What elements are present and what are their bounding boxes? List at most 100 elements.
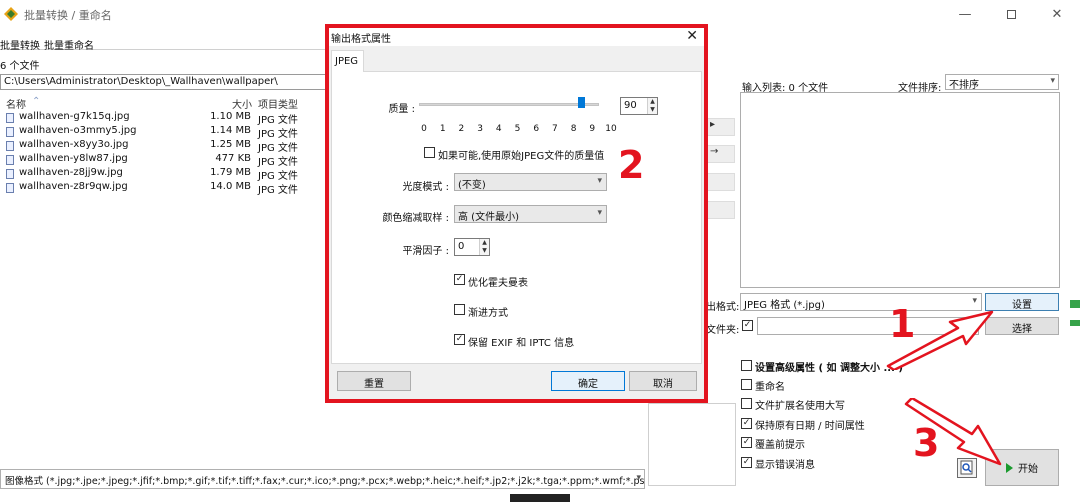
- jpg-file-icon: [6, 155, 14, 165]
- column-size-header[interactable]: 大小: [232, 96, 252, 111]
- rename-checkbox[interactable]: [741, 379, 752, 390]
- uppercase-extension-label: 文件扩展名使用大写: [755, 401, 845, 412]
- chevron-down-icon: ▾: [1050, 76, 1055, 86]
- keep-exif-checkbox[interactable]: ✓: [454, 334, 465, 345]
- luma-label: 光度模式 :: [402, 182, 449, 193]
- use-original-quality-checkbox[interactable]: [424, 147, 435, 158]
- tab-batch-rename[interactable]: 批量重命名: [44, 37, 94, 52]
- arrow-right-icon: ▸: [710, 119, 716, 130]
- quality-tick-label: 10: [605, 124, 617, 134]
- quality-tick-label: 2: [458, 124, 465, 134]
- start-button-label: 开始: [1018, 464, 1038, 475]
- smoothing-input[interactable]: 0 ▲ ▼: [454, 238, 490, 256]
- optimize-huffman-checkbox[interactable]: ✓: [454, 274, 465, 285]
- file-row[interactable]: wallhaven-g7k15q.jpg 1.10 MB JPG 文件: [6, 111, 326, 126]
- chevron-down-icon: ▾: [597, 176, 602, 186]
- file-name: wallhaven-z8jj9w.jpg: [19, 167, 123, 178]
- file-name: wallhaven-g7k15q.jpg: [19, 111, 130, 122]
- file-name: wallhaven-x8yy3o.jpg: [19, 139, 129, 150]
- show-errors-checkbox[interactable]: ✓: [741, 457, 752, 468]
- confirm-overwrite-checkbox[interactable]: ✓: [741, 437, 752, 448]
- chroma-label: 颜色缩减取样 :: [382, 213, 449, 224]
- file-row[interactable]: wallhaven-z8r9qw.jpg 14.0 MB JPG 文件: [6, 181, 326, 196]
- maximize-icon: [1006, 9, 1016, 19]
- file-type: JPG 文件: [258, 171, 298, 182]
- tab-batch-convert[interactable]: 批量转换: [0, 37, 40, 52]
- dialog-close-icon[interactable]: ✕: [686, 28, 698, 44]
- progressive-checkbox[interactable]: [454, 304, 465, 315]
- jpg-file-icon: [6, 127, 14, 137]
- minimize-icon: —: [958, 6, 972, 22]
- input-list[interactable]: [740, 92, 1060, 288]
- remove-button[interactable]: [707, 173, 735, 191]
- output-folder-label: 文件夹:: [706, 325, 740, 336]
- quality-input[interactable]: 90 ▲ ▼: [620, 97, 658, 115]
- quality-value: 90: [624, 100, 637, 111]
- app-logo-icon: [4, 7, 18, 21]
- file-size: 1.79 MB: [210, 167, 251, 178]
- quality-tick-label: 3: [477, 124, 483, 134]
- keep-exif-label: 保留 EXIF 和 IPTC 信息: [468, 338, 575, 349]
- file-count: 6 个文件: [0, 61, 40, 72]
- output-format-dialog: 输出格式属性 ✕ JPEG 质量 : 90 ▲ ▼ 0 1 2 3 4 5 6 7 8 9 10 如果…: [329, 28, 704, 399]
- close-window-button[interactable]: ✕: [1034, 0, 1080, 28]
- minimize-button[interactable]: —: [942, 0, 988, 28]
- taskbar-fragment: [510, 494, 570, 502]
- file-row[interactable]: wallhaven-y8lw87.jpg 477 KB JPG 文件: [6, 153, 326, 168]
- column-type-header[interactable]: 项目类型: [258, 96, 298, 111]
- file-size: 1.25 MB: [210, 139, 251, 150]
- quality-label: 质量 :: [388, 104, 415, 115]
- quality-tick-label: 5: [514, 124, 521, 134]
- keep-date-checkbox[interactable]: ✓: [741, 418, 752, 429]
- output-format-label: 出格式:: [706, 302, 740, 313]
- jpg-file-icon: [6, 113, 14, 123]
- file-name: wallhaven-y8lw87.jpg: [19, 153, 128, 164]
- file-filter-text: 图像格式 (*.jpg;*.jpe;*.jpeg;*.jfif;*.bmp;*.…: [5, 476, 645, 487]
- remove-all-button[interactable]: [707, 201, 735, 219]
- jpg-file-icon: [6, 169, 14, 179]
- arrow-right-icon: →: [710, 146, 719, 157]
- reset-button[interactable]: 重置: [337, 371, 411, 391]
- background-fragment: [1070, 320, 1080, 326]
- chroma-select[interactable]: 高 (文件最小) ▾: [454, 205, 607, 223]
- output-folder-checkbox[interactable]: ✓: [742, 320, 753, 331]
- use-original-quality-label: 如果可能,使用原始JPEG文件的质量值: [438, 151, 605, 162]
- chroma-value: 高 (文件最小): [458, 212, 519, 223]
- smoothing-label: 平滑因子 :: [402, 246, 449, 257]
- column-name-header[interactable]: 名称: [6, 96, 26, 111]
- add-all-button[interactable]: →: [707, 145, 735, 163]
- advanced-options-checkbox[interactable]: [741, 360, 752, 371]
- dialog-title: 输出格式属性: [331, 34, 391, 45]
- quality-slider-track[interactable]: [419, 103, 599, 106]
- add-button[interactable]: ▸: [707, 118, 735, 136]
- show-errors-label: 显示错误消息: [755, 460, 815, 471]
- tab-jpeg[interactable]: JPEG: [331, 50, 364, 72]
- file-type: JPG 文件: [258, 129, 298, 140]
- chevron-down-icon: ▾: [597, 208, 602, 218]
- luma-select[interactable]: (不变) ▾: [454, 173, 607, 191]
- maximize-button[interactable]: [988, 0, 1034, 28]
- file-filter-select[interactable]: 图像格式 (*.jpg;*.jpe;*.jpeg;*.jfif;*.bmp;*.…: [0, 469, 645, 489]
- progressive-label: 渐进方式: [468, 308, 508, 319]
- jpg-file-icon: [6, 141, 14, 151]
- spinner-icon[interactable]: ▲ ▼: [647, 98, 657, 114]
- uppercase-extension-checkbox[interactable]: [741, 398, 752, 409]
- path-input[interactable]: C:\Users\Administrator\Desktop\_Wallhave…: [0, 74, 330, 90]
- file-name: wallhaven-o3mmy5.jpg: [19, 125, 137, 136]
- annotation-number: 2: [618, 143, 645, 187]
- keep-date-label: 保持原有日期 / 时间属性: [755, 421, 865, 432]
- file-type: JPG 文件: [258, 143, 298, 154]
- file-row[interactable]: wallhaven-z8jj9w.jpg 1.79 MB JPG 文件: [6, 167, 326, 182]
- sort-select[interactable]: 不排序 ▾: [945, 74, 1059, 91]
- spinner-icon[interactable]: ▲ ▼: [479, 239, 489, 255]
- file-size: 1.14 MB: [210, 125, 251, 136]
- batch-convert-window: 批量转换 / 重命名 — ✕ 批量转换 批量重命名 6 个文件 C:\Users…: [0, 0, 1080, 502]
- file-row[interactable]: wallhaven-o3mmy5.jpg 1.14 MB JPG 文件: [6, 125, 326, 140]
- file-row[interactable]: wallhaven-x8yy3o.jpg 1.25 MB JPG 文件: [6, 139, 326, 154]
- ok-button[interactable]: 确定: [551, 371, 625, 391]
- quality-slider-thumb[interactable]: [578, 97, 585, 108]
- sort-arrow-icon: ⌃: [32, 96, 41, 107]
- cancel-button[interactable]: 取消: [629, 371, 697, 391]
- file-type: JPG 文件: [258, 185, 298, 196]
- quality-tick-label: 6: [533, 124, 540, 134]
